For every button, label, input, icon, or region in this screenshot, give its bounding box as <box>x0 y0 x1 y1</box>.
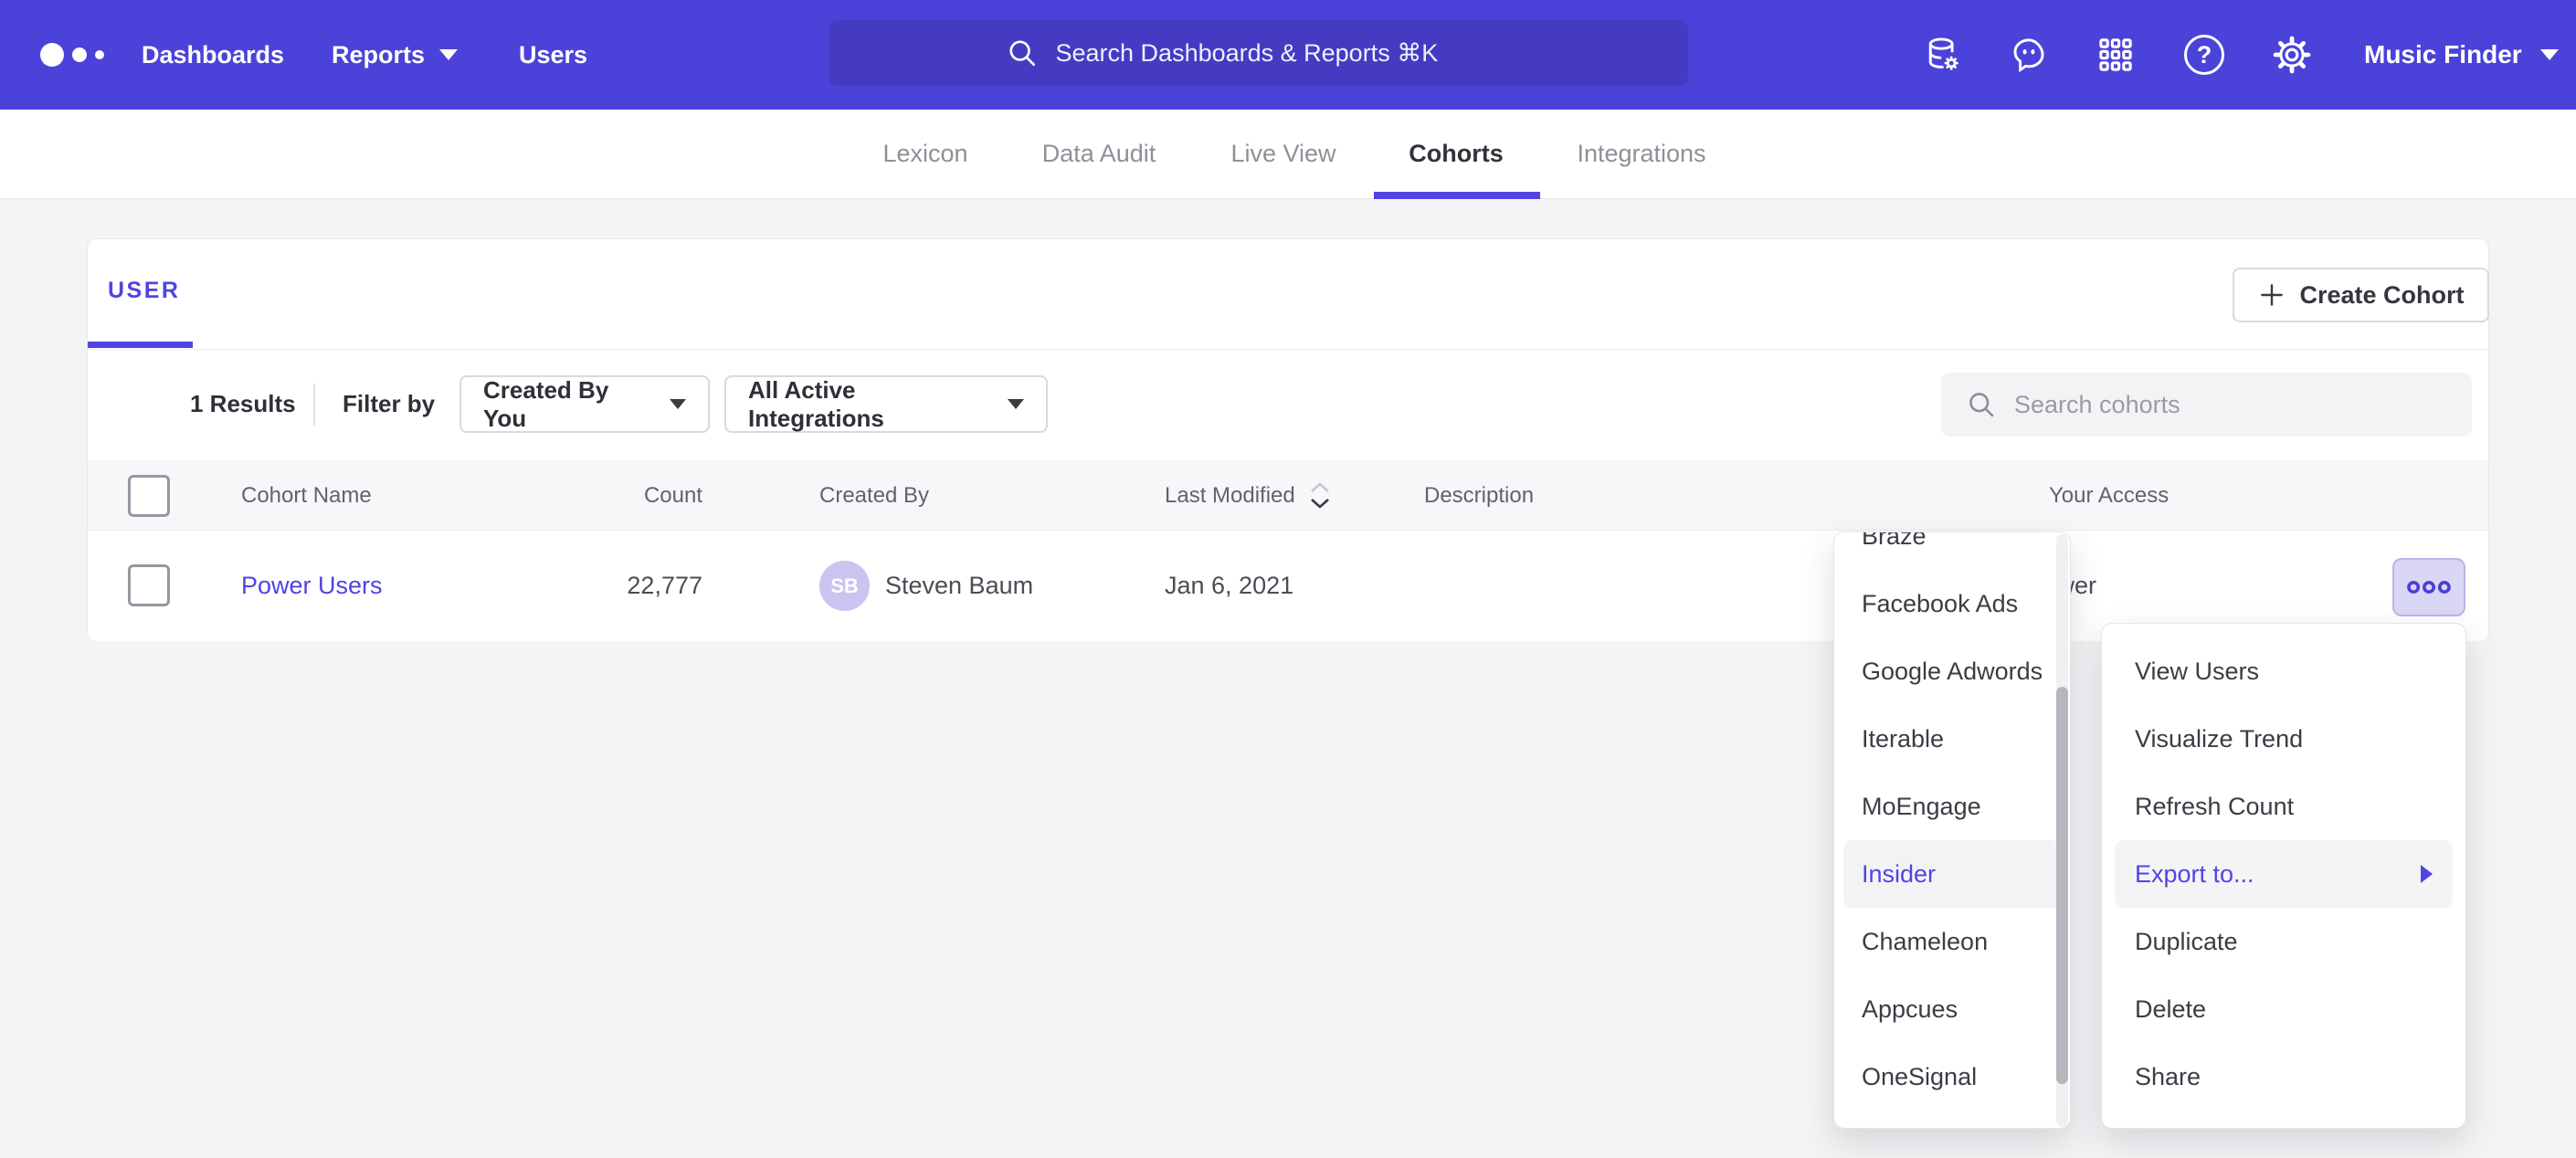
user-cohorts-tab[interactable]: USER <box>108 278 180 304</box>
menu-item-duplicate[interactable]: Duplicate <box>2115 908 2453 975</box>
nav-item-label: Users <box>519 41 587 69</box>
help-icon[interactable] <box>2184 35 2224 75</box>
sort-icon <box>1308 480 1332 511</box>
select-all-checkbox[interactable] <box>128 475 170 517</box>
nav-item-reports[interactable]: Reports <box>332 0 458 110</box>
menu-item-delete[interactable]: Delete <box>2115 975 2453 1043</box>
divider <box>88 349 2488 350</box>
menu-item-moengage[interactable]: MoEngage <box>1843 773 2061 840</box>
project-switcher[interactable]: Music Finder <box>2364 0 2559 110</box>
column-header-count[interactable]: Count <box>579 461 702 530</box>
chevron-down-icon <box>2540 49 2559 60</box>
column-header-created-by[interactable]: Created By <box>819 461 929 530</box>
chevron-down-icon <box>439 49 458 60</box>
tab-cohorts[interactable]: Cohorts <box>1409 110 1504 198</box>
top-navbar: Dashboards Reports Users <box>0 0 2576 110</box>
menu-item-iterable[interactable]: Iterable <box>1843 705 2061 773</box>
avatar: SB <box>819 561 870 611</box>
menu-item-visualize-trend[interactable]: Visualize Trend <box>2115 705 2453 773</box>
chevron-down-icon <box>670 399 686 409</box>
global-search-bar[interactable] <box>829 20 1688 86</box>
row-context-menu: View Users Visualize Trend Refresh Count… <box>2101 623 2466 1129</box>
nav-item-label: Reports <box>332 41 425 69</box>
created-by-value: Steven Baum <box>885 531 1033 641</box>
feedback-bubble-icon[interactable] <box>2009 35 2049 75</box>
submenu-arrow-icon <box>2421 865 2433 883</box>
filter-by-label: Filter by <box>343 375 435 433</box>
settings-gear-icon[interactable] <box>2272 35 2312 75</box>
last-modified-value: Jan 6, 2021 <box>1165 531 1293 641</box>
nav-item-label: Dashboards <box>142 41 284 69</box>
project-name: Music Finder <box>2364 40 2522 69</box>
data-management-icon[interactable] <box>1923 35 1963 75</box>
cohort-count: 22,777 <box>579 531 702 641</box>
menu-item-refresh-count[interactable]: Refresh Count <box>2115 773 2453 840</box>
export-destinations-menu: Braze Facebook Ads Google Adwords Iterab… <box>1833 532 2071 1129</box>
apps-grid-icon[interactable] <box>2096 35 2136 75</box>
column-header-your-access[interactable]: Your Access <box>2049 461 2169 530</box>
column-header-description[interactable]: Description <box>1424 461 1534 530</box>
created-by-filter-value: Created By You <box>483 376 651 433</box>
active-tab-underline <box>1374 192 1540 199</box>
cohort-name-link[interactable]: Power Users <box>241 531 383 641</box>
created-by-filter-dropdown[interactable]: Created By You <box>459 375 710 433</box>
menu-item-onesignal[interactable]: OneSignal <box>1843 1043 2061 1111</box>
menu-item-share[interactable]: Share <box>2115 1043 2453 1111</box>
tab-integrations[interactable]: Integrations <box>1577 110 1705 198</box>
menu-item-appcues[interactable]: Appcues <box>1843 975 2061 1043</box>
menu-item-insider[interactable]: Insider <box>1843 840 2061 908</box>
scrollbar-thumb[interactable] <box>2056 687 2068 1084</box>
divider <box>313 384 315 426</box>
menu-item-braze[interactable]: Braze <box>1843 532 2061 570</box>
nav-item-users[interactable]: Users <box>519 0 587 110</box>
menu-item-facebook-ads[interactable]: Facebook Ads <box>1843 570 2061 637</box>
mixpanel-logo-icon[interactable] <box>40 0 104 110</box>
cohorts-panel: USER Create Cohort 1 Results Filter by C… <box>87 238 2489 641</box>
cohort-search-bar[interactable] <box>1941 373 2472 437</box>
menu-item-chameleon[interactable]: Chameleon <box>1843 908 2061 975</box>
plus-icon <box>2257 280 2286 310</box>
menu-item-view-users[interactable]: View Users <box>2115 637 2453 705</box>
integrations-filter-value: All Active Integrations <box>748 376 989 433</box>
tab-data-audit[interactable]: Data Audit <box>1042 110 1156 198</box>
search-icon <box>1965 388 1998 421</box>
results-count: 1 Results <box>190 375 296 433</box>
nav-item-dashboards[interactable]: Dashboards <box>142 0 284 110</box>
table-header: Cohort Name Count Created By Last Modifi… <box>88 460 2488 531</box>
menu-item-export-to[interactable]: Export to... <box>2115 840 2453 908</box>
column-header-last-modified[interactable]: Last Modified <box>1165 461 1332 530</box>
section-tabs: Lexicon Data Audit Live View Cohorts Int… <box>0 110 2576 199</box>
user-tab-underline <box>88 342 193 348</box>
global-search-input[interactable] <box>1056 39 1513 68</box>
chevron-down-icon <box>1008 399 1024 409</box>
column-header-cohort-name[interactable]: Cohort Name <box>241 461 372 530</box>
row-checkbox[interactable] <box>128 564 170 606</box>
tab-lexicon[interactable]: Lexicon <box>882 110 967 198</box>
tab-live-view[interactable]: Live View <box>1230 110 1336 198</box>
menu-item-google-adwords[interactable]: Google Adwords <box>1843 637 2061 705</box>
create-cohort-label: Create Cohort <box>2299 281 2464 310</box>
integrations-filter-dropdown[interactable]: All Active Integrations <box>724 375 1048 433</box>
search-icon <box>1005 36 1040 70</box>
row-more-actions-button[interactable] <box>2392 558 2465 616</box>
ellipsis-icon <box>2406 579 2452 595</box>
cohort-search-input[interactable] <box>2014 391 2448 419</box>
cohorts-page: Dashboards Reports Users <box>0 0 2576 1158</box>
create-cohort-button[interactable]: Create Cohort <box>2233 268 2489 322</box>
